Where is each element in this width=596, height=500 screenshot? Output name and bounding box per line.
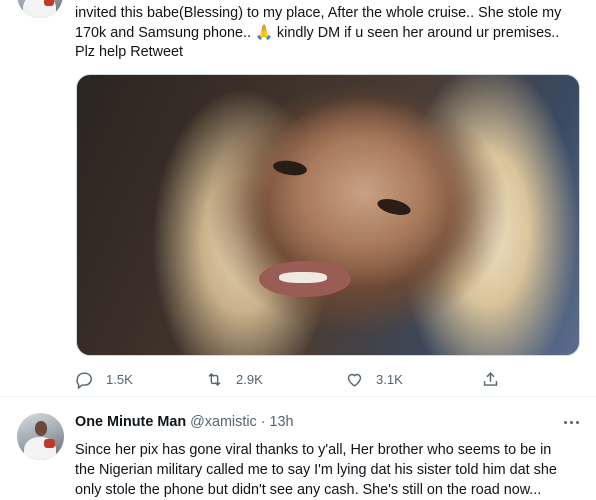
- tweet-text-line: Since her pix has gone viral thanks to y…: [75, 442, 552, 458]
- tweet-text-line: Plz help Retweet: [75, 44, 183, 60]
- meta-separator: ·: [260, 414, 266, 430]
- tweet-text-line: 170k and Samsung phone.. 🙏 kindly DM if …: [75, 25, 560, 41]
- reply-button[interactable]: 1.5K: [75, 370, 133, 389]
- share-icon: [483, 372, 498, 386]
- author-name[interactable]: One Minute Man: [75, 414, 186, 430]
- like-count: 3.1K: [376, 372, 403, 387]
- share-button[interactable]: [481, 370, 500, 389]
- photo-teeth: [279, 272, 327, 283]
- dot-icon: [575, 420, 579, 424]
- reply-icon: [76, 372, 92, 389]
- more-options-button[interactable]: [558, 412, 584, 432]
- tweet-header: One Minute Man @xamistic · 13h: [75, 414, 294, 430]
- retweet-button[interactable]: 2.9K: [205, 370, 263, 389]
- avatar-accent: [43, 0, 54, 7]
- tweet-text-line: the Nigerian military called me to say I…: [75, 462, 557, 478]
- heart-icon: [347, 373, 362, 387]
- author-avatar[interactable]: [17, 0, 63, 18]
- photo-eye-right: [375, 196, 413, 218]
- tweet-divider: [0, 396, 596, 397]
- tweet-photo[interactable]: [76, 74, 580, 356]
- dot-icon: [563, 420, 567, 424]
- retweet-count: 2.9K: [236, 372, 263, 387]
- avatar-accent: [44, 439, 55, 448]
- like-button[interactable]: 3.1K: [345, 370, 403, 389]
- avatar-head: [34, 421, 48, 436]
- tweet-action-bar: 1.5K 2.9K 3.1K: [0, 370, 596, 392]
- photo-eye-left: [272, 158, 308, 178]
- tweet-text-line: only stole the phone but didn't see any …: [75, 482, 542, 498]
- reply-count: 1.5K: [106, 372, 133, 387]
- tweet-timestamp[interactable]: 13h: [270, 414, 294, 430]
- tweet-text-line: invited this babe(Blessing) to my place,…: [75, 5, 562, 21]
- dot-icon: [569, 420, 573, 424]
- retweet-icon: [208, 372, 221, 387]
- author-avatar[interactable]: [17, 413, 64, 460]
- author-handle[interactable]: @xamistic: [190, 414, 257, 430]
